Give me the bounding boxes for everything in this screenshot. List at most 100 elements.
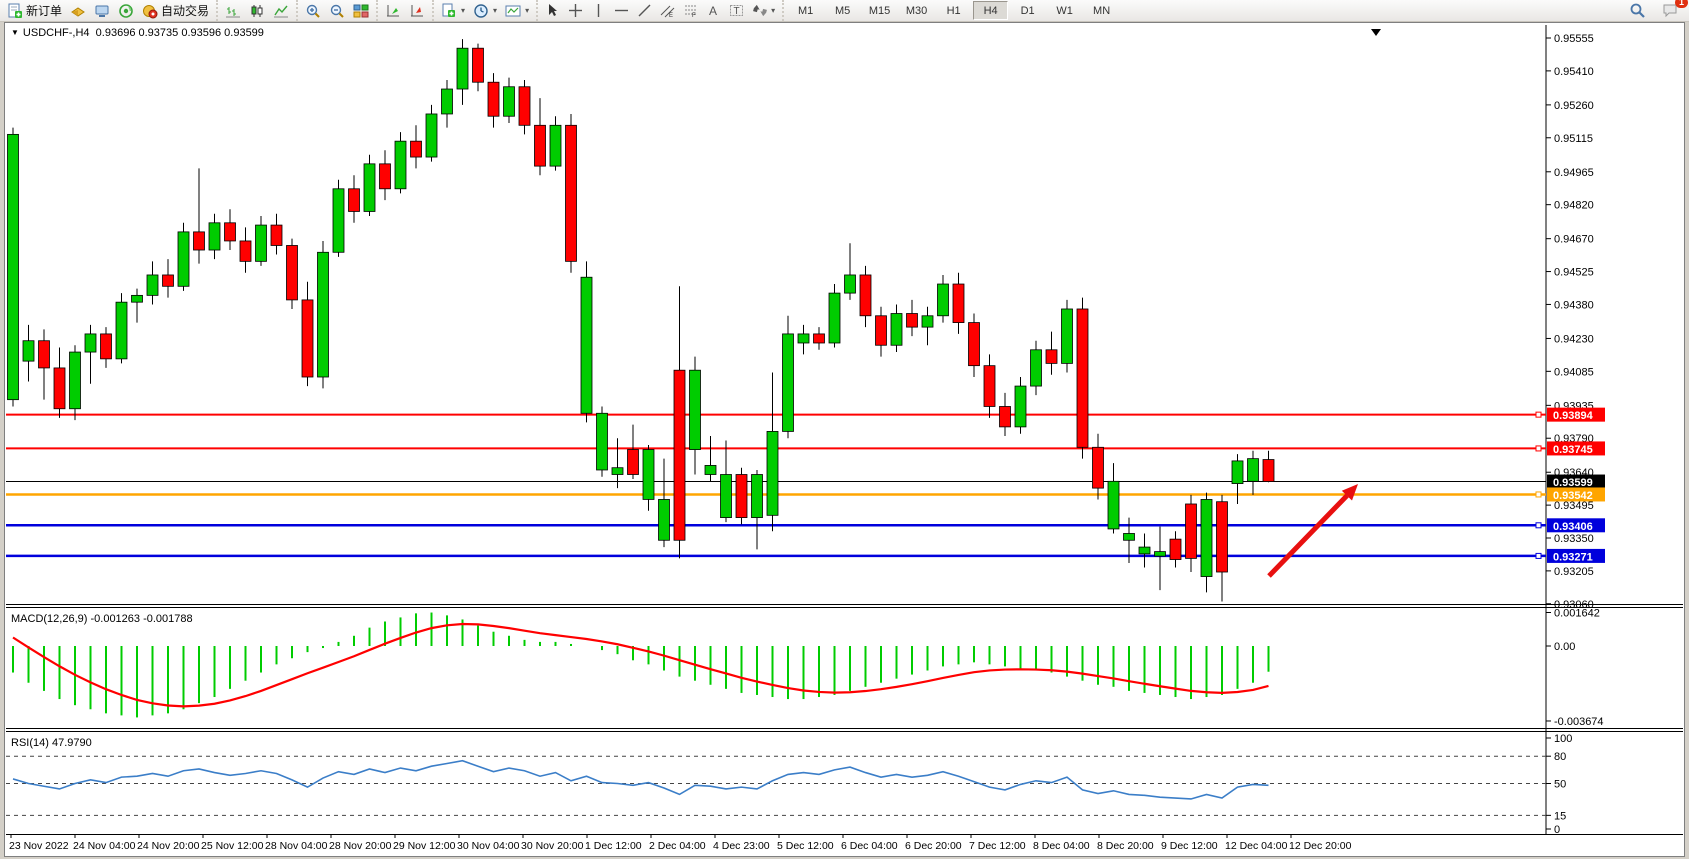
timeframe-MN[interactable]: MN: [1084, 1, 1119, 20]
candle-body: [1217, 502, 1228, 572]
fibonacci-icon: F: [683, 3, 698, 18]
time-axis-label[interactable]: 8 Dec 20:00: [1097, 840, 1154, 852]
timeframe-clock-button[interactable]: ▾: [469, 0, 501, 21]
terminal-icon: [94, 3, 110, 19]
time-axis-label[interactable]: 25 Nov 12:00: [201, 840, 264, 852]
indicators-list-button[interactable]: [381, 0, 405, 21]
arrows-objects-button[interactable]: ▾: [748, 0, 779, 21]
candle-body: [240, 241, 251, 261]
time-axis-label[interactable]: 1 Dec 12:00: [585, 840, 642, 852]
candle-body: [1124, 533, 1135, 540]
candle-body: [1155, 552, 1166, 557]
candle-body: [1062, 309, 1073, 363]
candle-body: [1077, 309, 1088, 447]
time-axis-label[interactable]: 8 Dec 04:00: [1033, 840, 1090, 852]
candle-body: [1108, 481, 1119, 529]
crosshair-button[interactable]: [564, 0, 587, 21]
candle-body: [54, 368, 65, 409]
zoom-out-button[interactable]: [325, 0, 349, 21]
vertical-line-button[interactable]: [587, 0, 610, 21]
candle-body: [8, 134, 19, 399]
bar-chart-button[interactable]: [221, 0, 245, 21]
chart-canvas[interactable]: 0.955550.954100.952600.951150.949650.948…: [5, 23, 1684, 856]
timeframe-W1[interactable]: W1: [1047, 1, 1082, 20]
search-button[interactable]: [1625, 0, 1650, 21]
toolbar-right-cluster: 1: [1625, 0, 1683, 21]
line-handle[interactable]: [1536, 523, 1541, 528]
candle-body: [302, 300, 313, 377]
chart-dropdown-icon[interactable]: ▼: [11, 28, 19, 37]
autotrading-button[interactable]: 自动交易: [138, 0, 213, 21]
candle-body: [147, 275, 158, 295]
line-chart-button[interactable]: [269, 0, 293, 21]
candle-body: [581, 277, 592, 413]
chart-profile-button[interactable]: ▾: [501, 0, 533, 21]
notifications-button[interactable]: 1: [1658, 0, 1683, 21]
time-axis-label[interactable]: 23 Nov 2022: [9, 840, 69, 852]
chart-window[interactable]: 0.955550.954100.952600.951150.949650.948…: [4, 22, 1685, 857]
line-handle[interactable]: [1536, 492, 1541, 497]
chart-shift-marker[interactable]: [1371, 29, 1381, 36]
time-axis-label[interactable]: 6 Dec 04:00: [841, 840, 898, 852]
time-axis-label[interactable]: 28 Nov 04:00: [265, 840, 328, 852]
time-axis-label[interactable]: 6 Dec 20:00: [905, 840, 962, 852]
fibonacci-button[interactable]: F: [679, 0, 702, 21]
timeframe-M15[interactable]: M15: [862, 1, 897, 20]
time-axis-label[interactable]: 30 Nov 04:00: [457, 840, 520, 852]
toolbar-group-charttype: [216, 0, 296, 21]
time-axis-label[interactable]: 30 Nov 20:00: [521, 840, 584, 852]
timeframe-M1[interactable]: M1: [788, 1, 823, 20]
candlestick-chart-button[interactable]: [245, 0, 269, 21]
timeframe-H4[interactable]: H4: [973, 1, 1008, 20]
candle-body: [783, 334, 794, 432]
candle-body: [814, 334, 825, 343]
text-label-button[interactable]: T: [725, 0, 748, 21]
timeframe-H1[interactable]: H1: [936, 1, 971, 20]
time-axis-label[interactable]: 4 Dec 23:00: [713, 840, 770, 852]
time-axis-label[interactable]: 28 Nov 20:00: [329, 840, 392, 852]
cursor-button[interactable]: [541, 0, 564, 21]
equidistant-channel-button[interactable]: E: [656, 0, 679, 21]
new-order-button[interactable]: 新订单: [3, 0, 66, 21]
time-axis-label[interactable]: 2 Dec 04:00: [649, 840, 706, 852]
periods-button[interactable]: [405, 0, 429, 21]
svg-text:T: T: [734, 6, 740, 17]
time-axis-label[interactable]: 5 Dec 12:00: [777, 840, 834, 852]
clock-icon: [473, 3, 489, 19]
price-tick-label: 0.94230: [1554, 333, 1594, 345]
zoom-in-button[interactable]: [301, 0, 325, 21]
ohlc-close: 0.93599: [224, 27, 264, 39]
svg-text:F: F: [692, 13, 696, 18]
candle-body: [938, 284, 949, 316]
terminal-button[interactable]: [90, 0, 114, 21]
time-axis-label[interactable]: 9 Dec 12:00: [1161, 840, 1218, 852]
time-axis-label[interactable]: 24 Nov 04:00: [73, 840, 136, 852]
template-icon: [441, 3, 457, 19]
time-axis-label[interactable]: 12 Dec 20:00: [1289, 840, 1352, 852]
signals-button[interactable]: [114, 0, 138, 21]
time-axis-label[interactable]: 29 Nov 12:00: [393, 840, 456, 852]
time-axis-label[interactable]: 7 Dec 12:00: [969, 840, 1026, 852]
time-axis-label[interactable]: 24 Nov 20:00: [137, 840, 200, 852]
line-handle[interactable]: [1536, 412, 1541, 417]
candle-body: [721, 475, 732, 518]
price-tick-label: 0.95410: [1554, 66, 1594, 78]
arrow-objects-icon: [752, 3, 767, 18]
candle-body: [163, 275, 174, 286]
time-axis-label[interactable]: 12 Dec 04:00: [1225, 840, 1288, 852]
candle-body: [395, 141, 406, 189]
timeframe-M30[interactable]: M30: [899, 1, 934, 20]
candle-body: [132, 295, 143, 302]
text-button[interactable]: A: [702, 0, 725, 21]
templates-button[interactable]: ▾: [437, 0, 469, 21]
trend-arrow-line[interactable]: [1269, 496, 1347, 576]
timeframe-M5[interactable]: M5: [825, 1, 860, 20]
timeframe-D1[interactable]: D1: [1010, 1, 1045, 20]
candle-body: [504, 87, 515, 116]
line-handle[interactable]: [1536, 446, 1541, 451]
line-handle[interactable]: [1536, 553, 1541, 558]
horizontal-line-button[interactable]: [610, 0, 633, 21]
trendline-button[interactable]: [633, 0, 656, 21]
tile-windows-button[interactable]: [349, 0, 373, 21]
market-watch-button[interactable]: [66, 0, 90, 21]
